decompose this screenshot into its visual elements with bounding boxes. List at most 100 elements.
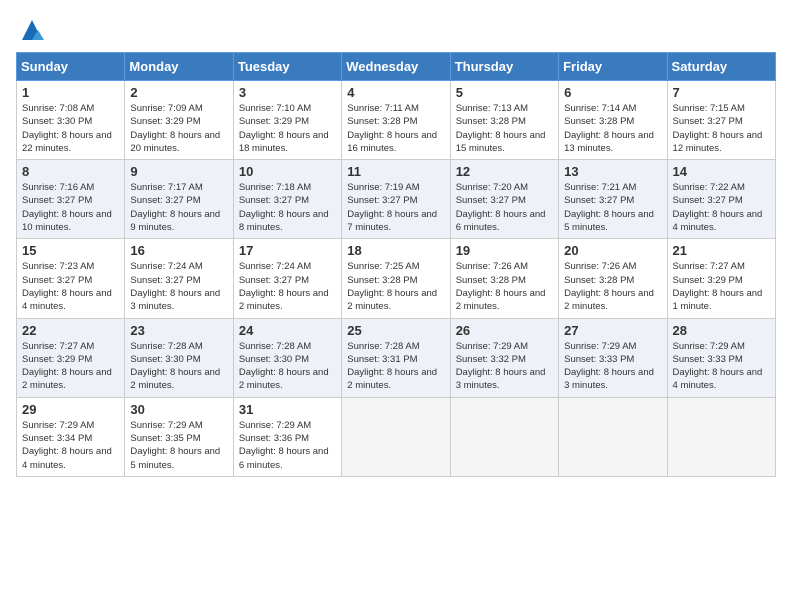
day-info: Sunrise: 7:13 AM Sunset: 3:28 PM Dayligh…	[456, 102, 553, 155]
calendar-day-cell: 12 Sunrise: 7:20 AM Sunset: 3:27 PM Dayli…	[450, 160, 558, 239]
day-number: 18	[347, 243, 444, 258]
day-number: 5	[456, 85, 553, 100]
calendar-day-cell: 13 Sunrise: 7:21 AM Sunset: 3:27 PM Dayli…	[559, 160, 667, 239]
day-number: 16	[130, 243, 227, 258]
day-info: Sunrise: 7:24 AM Sunset: 3:27 PM Dayligh…	[239, 260, 336, 313]
day-info: Sunrise: 7:29 AM Sunset: 3:33 PM Dayligh…	[673, 340, 770, 393]
calendar-day-cell: 18 Sunrise: 7:25 AM Sunset: 3:28 PM Dayli…	[342, 239, 450, 318]
day-number: 24	[239, 323, 336, 338]
calendar-day-cell: 23 Sunrise: 7:28 AM Sunset: 3:30 PM Dayli…	[125, 318, 233, 397]
day-number: 31	[239, 402, 336, 417]
day-info: Sunrise: 7:09 AM Sunset: 3:29 PM Dayligh…	[130, 102, 227, 155]
calendar-day-cell: 3 Sunrise: 7:10 AM Sunset: 3:29 PM Daylig…	[233, 81, 341, 160]
day-number: 12	[456, 164, 553, 179]
calendar-day-cell: 30 Sunrise: 7:29 AM Sunset: 3:35 PM Dayli…	[125, 397, 233, 476]
calendar-day-cell: 11Sunrise: 7:19 AM Sunset: 3:27 PM Dayli…	[342, 160, 450, 239]
calendar-header-wednesday: Wednesday	[342, 53, 450, 81]
calendar-day-cell: 28 Sunrise: 7:29 AM Sunset: 3:33 PM Dayli…	[667, 318, 775, 397]
day-number: 1	[22, 85, 119, 100]
day-number: 22	[22, 323, 119, 338]
calendar-day-cell: 14 Sunrise: 7:22 AM Sunset: 3:27 PM Dayli…	[667, 160, 775, 239]
calendar-day-cell: 5 Sunrise: 7:13 AM Sunset: 3:28 PM Daylig…	[450, 81, 558, 160]
calendar-table: SundayMondayTuesdayWednesdayThursdayFrid…	[16, 52, 776, 477]
day-number: 6	[564, 85, 661, 100]
day-info: Sunrise: 7:21 AM Sunset: 3:27 PM Dayligh…	[564, 181, 661, 234]
calendar-week-row: 8 Sunrise: 7:16 AM Sunset: 3:27 PM Daylig…	[17, 160, 776, 239]
day-info: Sunrise: 7:29 AM Sunset: 3:36 PM Dayligh…	[239, 419, 336, 472]
day-info: Sunrise: 7:27 AM Sunset: 3:29 PM Dayligh…	[22, 340, 119, 393]
day-info: Sunrise: 7:28 AM Sunset: 3:30 PM Dayligh…	[130, 340, 227, 393]
day-number: 28	[673, 323, 770, 338]
day-info: Sunrise: 7:20 AM Sunset: 3:27 PM Dayligh…	[456, 181, 553, 234]
day-info: Sunrise: 7:28 AM Sunset: 3:31 PM Dayligh…	[347, 340, 444, 393]
calendar-day-cell: 22 Sunrise: 7:27 AM Sunset: 3:29 PM Dayli…	[17, 318, 125, 397]
day-info: Sunrise: 7:26 AM Sunset: 3:28 PM Dayligh…	[564, 260, 661, 313]
calendar-header-sunday: Sunday	[17, 53, 125, 81]
day-number: 26	[456, 323, 553, 338]
day-number: 17	[239, 243, 336, 258]
calendar-day-cell: 15 Sunrise: 7:23 AM Sunset: 3:27 PM Dayli…	[17, 239, 125, 318]
day-info: Sunrise: 7:27 AM Sunset: 3:29 PM Dayligh…	[673, 260, 770, 313]
calendar-header-thursday: Thursday	[450, 53, 558, 81]
day-number: 4	[347, 85, 444, 100]
day-number: 20	[564, 243, 661, 258]
day-number: 15	[22, 243, 119, 258]
calendar-day-cell: 20 Sunrise: 7:26 AM Sunset: 3:28 PM Dayli…	[559, 239, 667, 318]
calendar-header-friday: Friday	[559, 53, 667, 81]
day-info: Sunrise: 7:26 AM Sunset: 3:28 PM Dayligh…	[456, 260, 553, 313]
page-header	[16, 16, 776, 44]
day-info: Sunrise: 7:14 AM Sunset: 3:28 PM Dayligh…	[564, 102, 661, 155]
calendar-week-row: 22 Sunrise: 7:27 AM Sunset: 3:29 PM Dayli…	[17, 318, 776, 397]
day-number: 21	[673, 243, 770, 258]
calendar-week-row: 1 Sunrise: 7:08 AM Sunset: 3:30 PM Daylig…	[17, 81, 776, 160]
calendar-week-row: 15 Sunrise: 7:23 AM Sunset: 3:27 PM Dayli…	[17, 239, 776, 318]
day-info: Sunrise: 7:15 AM Sunset: 3:27 PM Dayligh…	[673, 102, 770, 155]
calendar-day-cell: 10Sunrise: 7:18 AM Sunset: 3:27 PM Dayli…	[233, 160, 341, 239]
day-info: Sunrise: 7:25 AM Sunset: 3:28 PM Dayligh…	[347, 260, 444, 313]
day-info: Sunrise: 7:24 AM Sunset: 3:27 PM Dayligh…	[130, 260, 227, 313]
calendar-day-cell: 26 Sunrise: 7:29 AM Sunset: 3:32 PM Dayli…	[450, 318, 558, 397]
calendar-day-cell: 31 Sunrise: 7:29 AM Sunset: 3:36 PM Dayli…	[233, 397, 341, 476]
day-info: Sunrise: 7:29 AM Sunset: 3:32 PM Dayligh…	[456, 340, 553, 393]
day-info: Sunrise: 7:23 AM Sunset: 3:27 PM Dayligh…	[22, 260, 119, 313]
day-number: 14	[673, 164, 770, 179]
calendar-header-saturday: Saturday	[667, 53, 775, 81]
calendar-day-cell: 1 Sunrise: 7:08 AM Sunset: 3:30 PM Daylig…	[17, 81, 125, 160]
day-number: 3	[239, 85, 336, 100]
day-info: Sunrise: 7:10 AM Sunset: 3:29 PM Dayligh…	[239, 102, 336, 155]
calendar-header-tuesday: Tuesday	[233, 53, 341, 81]
day-number: 23	[130, 323, 227, 338]
empty-cell	[559, 397, 667, 476]
calendar-week-row: 29Sunrise: 7:29 AM Sunset: 3:34 PM Dayli…	[17, 397, 776, 476]
day-number: 27	[564, 323, 661, 338]
day-info: Sunrise: 7:22 AM Sunset: 3:27 PM Dayligh…	[673, 181, 770, 234]
day-info: Sunrise: 7:29 AM Sunset: 3:34 PM Dayligh…	[22, 419, 119, 472]
calendar-header-monday: Monday	[125, 53, 233, 81]
calendar-day-cell: 2 Sunrise: 7:09 AM Sunset: 3:29 PM Daylig…	[125, 81, 233, 160]
calendar-day-cell: 27 Sunrise: 7:29 AM Sunset: 3:33 PM Dayli…	[559, 318, 667, 397]
calendar-day-cell: 8 Sunrise: 7:16 AM Sunset: 3:27 PM Daylig…	[17, 160, 125, 239]
day-number: 2	[130, 85, 227, 100]
calendar-day-cell: 6 Sunrise: 7:14 AM Sunset: 3:28 PM Daylig…	[559, 81, 667, 160]
day-number: 19	[456, 243, 553, 258]
calendar-day-cell: 24 Sunrise: 7:28 AM Sunset: 3:30 PM Dayli…	[233, 318, 341, 397]
day-number: 8	[22, 164, 119, 179]
day-info: Sunrise: 7:28 AM Sunset: 3:30 PM Dayligh…	[239, 340, 336, 393]
day-info: Sunrise: 7:16 AM Sunset: 3:27 PM Dayligh…	[22, 181, 119, 234]
calendar-header-row: SundayMondayTuesdayWednesdayThursdayFrid…	[17, 53, 776, 81]
calendar-day-cell: 16 Sunrise: 7:24 AM Sunset: 3:27 PM Dayli…	[125, 239, 233, 318]
day-number: 11	[347, 164, 444, 179]
calendar-day-cell: 9Sunrise: 7:17 AM Sunset: 3:27 PM Daylig…	[125, 160, 233, 239]
day-info: Sunrise: 7:29 AM Sunset: 3:35 PM Dayligh…	[130, 419, 227, 472]
calendar-day-cell: 19 Sunrise: 7:26 AM Sunset: 3:28 PM Dayli…	[450, 239, 558, 318]
calendar-day-cell: 4 Sunrise: 7:11 AM Sunset: 3:28 PM Daylig…	[342, 81, 450, 160]
empty-cell	[342, 397, 450, 476]
calendar-day-cell: 17 Sunrise: 7:24 AM Sunset: 3:27 PM Dayli…	[233, 239, 341, 318]
day-number: 7	[673, 85, 770, 100]
day-info: Sunrise: 7:11 AM Sunset: 3:28 PM Dayligh…	[347, 102, 444, 155]
day-number: 13	[564, 164, 661, 179]
day-number: 10	[239, 164, 336, 179]
day-info: Sunrise: 7:29 AM Sunset: 3:33 PM Dayligh…	[564, 340, 661, 393]
day-info: Sunrise: 7:08 AM Sunset: 3:30 PM Dayligh…	[22, 102, 119, 155]
day-number: 30	[130, 402, 227, 417]
